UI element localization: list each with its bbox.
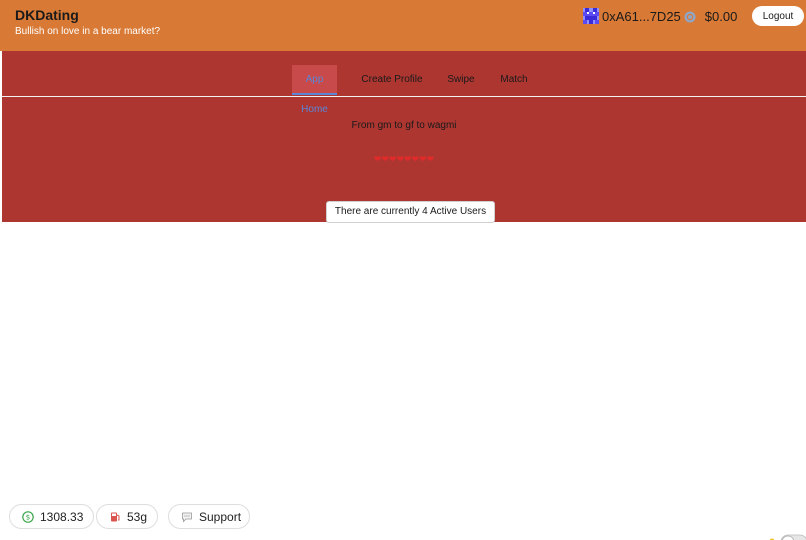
hearts-row: ❤❤❤❤❤❤❤❤ xyxy=(373,154,435,164)
wallet-account[interactable]: 0xA61...7D25 $0.00 xyxy=(583,7,737,25)
pixel-avatar-icon xyxy=(583,8,599,24)
gas-value: 53g xyxy=(127,509,148,524)
balance-pill[interactable]: $ 1308.33 xyxy=(9,504,94,529)
app-tagline: Bullish on love in a bear market? xyxy=(15,26,161,37)
eth-token-icon xyxy=(684,10,696,23)
wallet-balance: $0.00 xyxy=(704,8,738,24)
gas-pill[interactable]: 53g xyxy=(96,504,158,529)
main-panel: App Home Create Profile Swipe Match From… xyxy=(2,51,806,223)
app-header: DKDating Bullish on love in a bear marke… xyxy=(0,0,806,51)
logout-button[interactable]: Logout xyxy=(752,6,804,26)
nav-divider xyxy=(2,96,806,97)
theme-toggle[interactable] xyxy=(768,530,806,540)
tab-match[interactable]: Match xyxy=(497,65,531,95)
support-button[interactable]: Support xyxy=(168,504,250,529)
chat-bubble-icon xyxy=(181,511,193,523)
gas-pump-icon xyxy=(109,511,121,523)
app-page: DKDating Bullish on love in a bear marke… xyxy=(0,0,806,540)
tab-app-home[interactable]: App Home xyxy=(292,65,337,115)
tab-swipe[interactable]: Swipe xyxy=(444,65,478,95)
dollar-coin-icon: $ xyxy=(22,510,34,523)
wallet-address: 0xA61...7D25 xyxy=(602,8,681,24)
active-users-badge: There are currently 4 Active Users xyxy=(326,201,495,223)
app-title: DKDating xyxy=(15,7,79,23)
support-label: Support xyxy=(199,509,242,524)
balance-value: 1308.33 xyxy=(40,509,84,524)
svg-text:$: $ xyxy=(26,513,30,521)
hero-subtitle: From gm to gf to wagmi xyxy=(351,120,457,131)
tab-create-profile[interactable]: Create Profile xyxy=(359,65,425,95)
